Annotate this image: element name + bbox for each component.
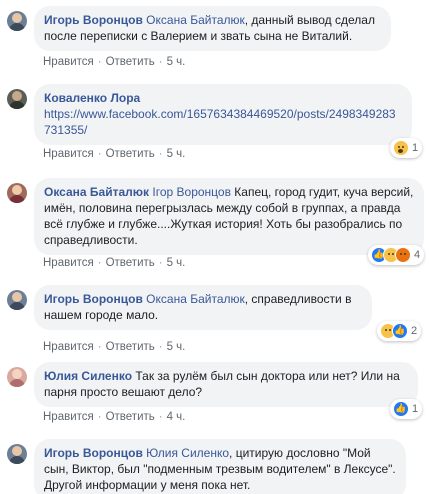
comment-mention[interactable]: Ігор Воронцов (152, 185, 231, 199)
comment-actions: Нравится · Ответить · 5 ч. (43, 148, 186, 160)
wow-reaction-icon (393, 140, 409, 156)
like-button[interactable]: Нравится (43, 257, 94, 269)
comment-timestamp[interactable]: 5 ч. (167, 257, 186, 269)
comment-bubble: Игорь Воронцов Юлия Силенко, цитирую дос… (34, 439, 406, 494)
avatar[interactable] (7, 183, 27, 203)
comment-mention[interactable]: Оксана Байталюк (146, 292, 245, 306)
like-button[interactable]: Нравится (43, 56, 94, 68)
reaction-count: 4 (414, 249, 421, 261)
comment-actions: Нравится · Ответить · 5 ч. (43, 257, 186, 269)
comment-bubble: Игорь Воронцов Оксана Байталюк, данный в… (34, 6, 391, 51)
like-button[interactable]: Нравится (43, 148, 94, 160)
avatar[interactable] (7, 89, 27, 109)
comment-author[interactable]: Игорь Воронцов (44, 13, 143, 27)
comment-actions: Нравится · Ответить · 4 ч. (43, 411, 186, 423)
reply-button[interactable]: Ответить (106, 257, 155, 269)
reaction-summary[interactable]: 👍 4 (368, 245, 425, 265)
comment-timestamp[interactable]: 5 ч. (167, 341, 186, 353)
reply-button[interactable]: Ответить (106, 56, 155, 68)
reaction-summary[interactable]: 👍 1 (390, 399, 423, 419)
reaction-count: 1 (412, 403, 419, 415)
like-reaction-icon: 👍 (392, 323, 408, 339)
comment-bubble: Игорь Воронцов Оксана Байталюк, справедл… (34, 285, 372, 330)
like-reaction-icon: 👍 (393, 401, 409, 417)
comment-author[interactable]: Юлия Силенко (44, 369, 132, 383)
comment-author[interactable]: Коваленко Лора (44, 91, 140, 105)
reply-button[interactable]: Ответить (106, 341, 155, 353)
like-button[interactable]: Нравится (43, 341, 94, 353)
avatar[interactable] (7, 290, 27, 310)
comment-bubble: Юлия Силенко Так за рулём был сын доктор… (34, 362, 418, 407)
comment-author[interactable]: Оксана Байталюк (44, 185, 149, 199)
reaction-count: 1 (412, 142, 419, 154)
reply-button[interactable]: Ответить (106, 411, 155, 423)
angry-reaction-icon (395, 247, 411, 263)
avatar[interactable] (7, 444, 27, 464)
avatar[interactable] (7, 11, 27, 31)
comment-mention[interactable]: Юлия Силенко (146, 446, 229, 460)
comment-actions: Нравится · Ответить · 5 ч. (43, 56, 186, 68)
comment-link[interactable]: https://www.facebook.com/165763438446952… (44, 107, 396, 137)
reaction-summary[interactable]: 👍 2 (377, 321, 422, 341)
comment-mention[interactable]: Оксана Байталюк (146, 13, 245, 27)
reaction-count: 2 (411, 325, 418, 337)
comment-timestamp[interactable]: 5 ч. (167, 56, 186, 68)
comment-bubble: Оксана Байталюк Ігор Воронцов Капец, гор… (34, 178, 424, 255)
comment-timestamp[interactable]: 5 ч. (167, 148, 186, 160)
comment-author[interactable]: Игорь Воронцов (44, 446, 143, 460)
reaction-summary[interactable]: 1 (390, 138, 423, 158)
comment-timestamp[interactable]: 4 ч. (167, 411, 186, 423)
comment-actions: Нравится · Ответить · 5 ч. (43, 341, 186, 353)
avatar[interactable] (7, 367, 27, 387)
comment-author[interactable]: Игорь Воронцов (44, 292, 143, 306)
reply-button[interactable]: Ответить (106, 148, 155, 160)
like-button[interactable]: Нравится (43, 411, 94, 423)
comment-bubble: Коваленко Лора https://www.facebook.com/… (34, 84, 412, 145)
